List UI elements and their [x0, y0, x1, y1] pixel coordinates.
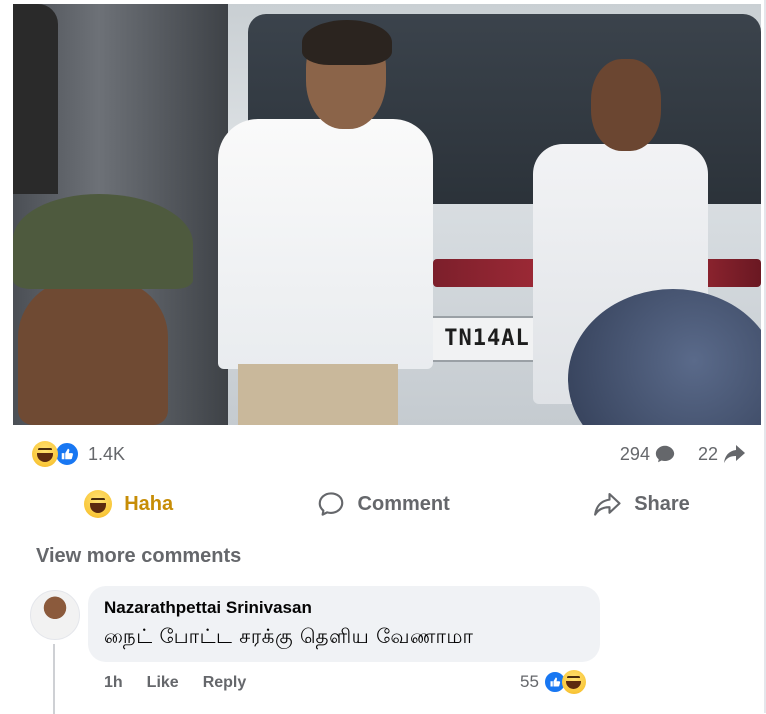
comment-text: நைட் போட்ட சரக்கு தெளிய வேணாமா — [104, 624, 474, 648]
person-foreground-left — [13, 194, 203, 425]
comment-button[interactable]: Comment — [298, 483, 468, 525]
comment-reaction-count: 55 — [520, 672, 539, 691]
comment-like-button[interactable]: Like — [147, 674, 179, 692]
license-plate: TN14AL — [425, 316, 549, 362]
haha-reaction-button[interactable]: Haha — [66, 484, 191, 524]
comment-bubble-icon — [655, 445, 675, 463]
share-arrow-icon — [724, 445, 745, 463]
haha-label: Haha — [124, 492, 174, 515]
comments-count[interactable]: 294 — [620, 443, 676, 465]
comments-count-value: 294 — [619, 443, 650, 464]
avatar[interactable] — [30, 590, 80, 640]
share-button[interactable]: Share — [574, 484, 708, 524]
post-reactions-summary[interactable]: 1.4K — [32, 440, 125, 468]
comment-label: Comment — [357, 492, 450, 515]
comment-reactions[interactable]: 55 — [520, 670, 586, 694]
comment-author[interactable]: Nazarathpettai Srinivasan — [104, 598, 584, 618]
shares-count[interactable]: 22 — [698, 443, 746, 465]
share-outline-icon — [594, 492, 621, 516]
comment-meta: 1h Like Reply — [104, 674, 270, 692]
reaction-count: 1.4K — [88, 443, 126, 464]
haha-emoji-icon — [561, 670, 586, 694]
shares-count-value: 22 — [697, 443, 718, 464]
comment-time[interactable]: 1h — [104, 674, 123, 692]
comment-reply-button[interactable]: Reply — [203, 674, 247, 692]
comment-bubble: Nazarathpettai Srinivasan நைட் போட்ட சரக… — [88, 586, 600, 662]
thread-line — [53, 644, 55, 714]
person-background-left — [13, 4, 58, 194]
person-center — [218, 20, 433, 425]
post-video-frame[interactable]: TN14AL — [13, 4, 761, 425]
view-more-comments-link[interactable]: View more comments — [36, 545, 241, 568]
haha-emoji-icon — [32, 441, 58, 467]
post-action-bar: Haha Comment Share — [13, 480, 761, 528]
comment-outline-icon — [318, 492, 343, 516]
share-label: Share — [634, 492, 690, 515]
haha-emoji-icon — [84, 490, 113, 518]
post-stats: 294 22 — [598, 440, 746, 468]
